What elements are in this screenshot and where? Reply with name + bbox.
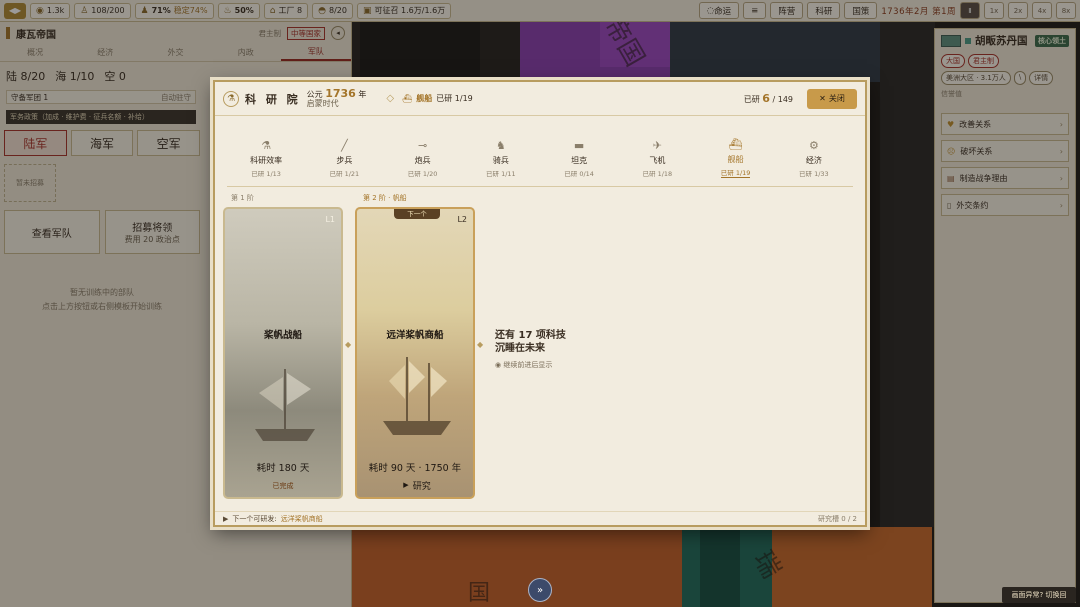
tech-name: 远洋桨帆商船 xyxy=(386,330,444,341)
expand-button[interactable]: » xyxy=(528,578,552,602)
stage-2-label: 第 2 阶 · 帆船 xyxy=(363,194,407,202)
modal-title: 科 研 院 xyxy=(245,92,301,106)
connector-diamond-icon: ◆ xyxy=(477,340,484,349)
rifle-icon: ╱ xyxy=(341,139,348,152)
close-icon: ✕ xyxy=(819,94,826,103)
future-tech-note: 还有 17 项科技 沉睡在未来 xyxy=(495,330,566,354)
ship-icon: ⛴ xyxy=(402,94,413,103)
tab-infantry[interactable]: ╱ 步兵 已研 1/21 xyxy=(305,139,383,178)
flask-icon: ⚗ xyxy=(223,90,239,107)
tech-name: 桨帆战船 xyxy=(263,330,302,341)
research-action-button[interactable]: ▶ 研究 xyxy=(387,477,447,493)
next-tech-link[interactable]: 远洋桨帆商船 xyxy=(281,514,323,524)
plane-icon: ✈ xyxy=(652,139,662,152)
cannon-icon: ⊸ xyxy=(418,139,428,152)
tech-duration: 耗时 90 天 · 1750 年 xyxy=(368,463,462,474)
connector-diamond-icon: ◆ xyxy=(345,340,352,349)
tab-ships[interactable]: ⛴ 舰船 已研 1/19 xyxy=(697,138,775,178)
flask-icon: ⚗ xyxy=(261,139,272,152)
modal-footer: ▶ 下一个可研发: 远洋桨帆商船 研究槽 0 / 2 xyxy=(215,511,865,525)
era-display: 公元 1736 年 启蒙时代 xyxy=(306,87,367,108)
category-tabs: ⚗ 科研效率 已研 1/13 ╱ 步兵 已研 1/21 ⊸ 炮兵 已研 1/20 ♞ 骑兵 已研… xyxy=(215,116,865,186)
tech-card-galley[interactable]: L1 桨帆战船 耗时 180 天 已完成 xyxy=(223,207,343,499)
tab-cavalry[interactable]: ♞ 骑兵 已研 1/11 xyxy=(462,139,540,178)
gear-icon: ⚙ xyxy=(808,139,819,152)
eye-icon: ◉ xyxy=(495,361,502,369)
tab-economy[interactable]: ⚙ 经济 已研 1/33 xyxy=(775,139,853,178)
divider xyxy=(227,186,853,187)
tech-level: L1 xyxy=(325,215,335,224)
stage-1-label: 第 1 阶 xyxy=(231,194,254,202)
tech-duration: 耗时 180 天 xyxy=(256,463,310,474)
next-research-flag: 下一个 xyxy=(394,209,440,219)
future-tech-hint: ◉ 继续前进后显示 xyxy=(495,361,553,369)
research-slots: 研究槽 0 / 2 xyxy=(818,514,857,523)
ship-illustration xyxy=(383,357,451,435)
tank-icon: ▬ xyxy=(573,139,585,152)
ship-illustration xyxy=(255,369,315,441)
tab-artillery[interactable]: ⊸ 炮兵 已研 1/20 xyxy=(384,139,462,178)
research-modal: ⚗ 科 研 院 公元 1736 年 启蒙时代 ◇ ⛴ 舰船 已研 1/19 已研… xyxy=(213,80,867,527)
era-name: 启蒙时代 xyxy=(306,99,339,108)
tab-tank[interactable]: ▬ 坦克 已研 0/14 xyxy=(540,139,618,178)
close-button[interactable]: ✕ 关闭 xyxy=(807,88,857,109)
tech-level: L2 xyxy=(457,215,467,224)
tab-aircraft[interactable]: ✈ 飞机 已研 1/18 xyxy=(618,139,696,178)
horse-icon: ♞ xyxy=(495,139,506,152)
tech-card-ocean-galley[interactable]: 下一个 L2 远洋桨帆商船 耗时 90 天 · 1750 年 ▶ 研究 xyxy=(355,207,475,499)
tab-research-efficiency[interactable]: ⚗ 科研效率 已研 1/13 xyxy=(227,139,305,178)
play-icon: ▶ xyxy=(403,481,409,489)
display-issue-toast[interactable]: 画面异常? 切换回 xyxy=(1002,587,1076,603)
tech-status: 已完成 xyxy=(272,482,294,490)
selected-category: ⛴ 舰船 已研 1/19 xyxy=(402,94,473,103)
ship-icon: ⛴ xyxy=(728,138,743,151)
diamond-icon: ◇ xyxy=(386,93,395,104)
modal-header: ⚗ 科 研 院 公元 1736 年 启蒙时代 ◇ ⛴ 舰船 已研 1/19 已研… xyxy=(215,82,865,116)
play-icon: ▶ xyxy=(223,514,229,523)
total-researched: 已研 6 / 149 xyxy=(743,92,793,105)
